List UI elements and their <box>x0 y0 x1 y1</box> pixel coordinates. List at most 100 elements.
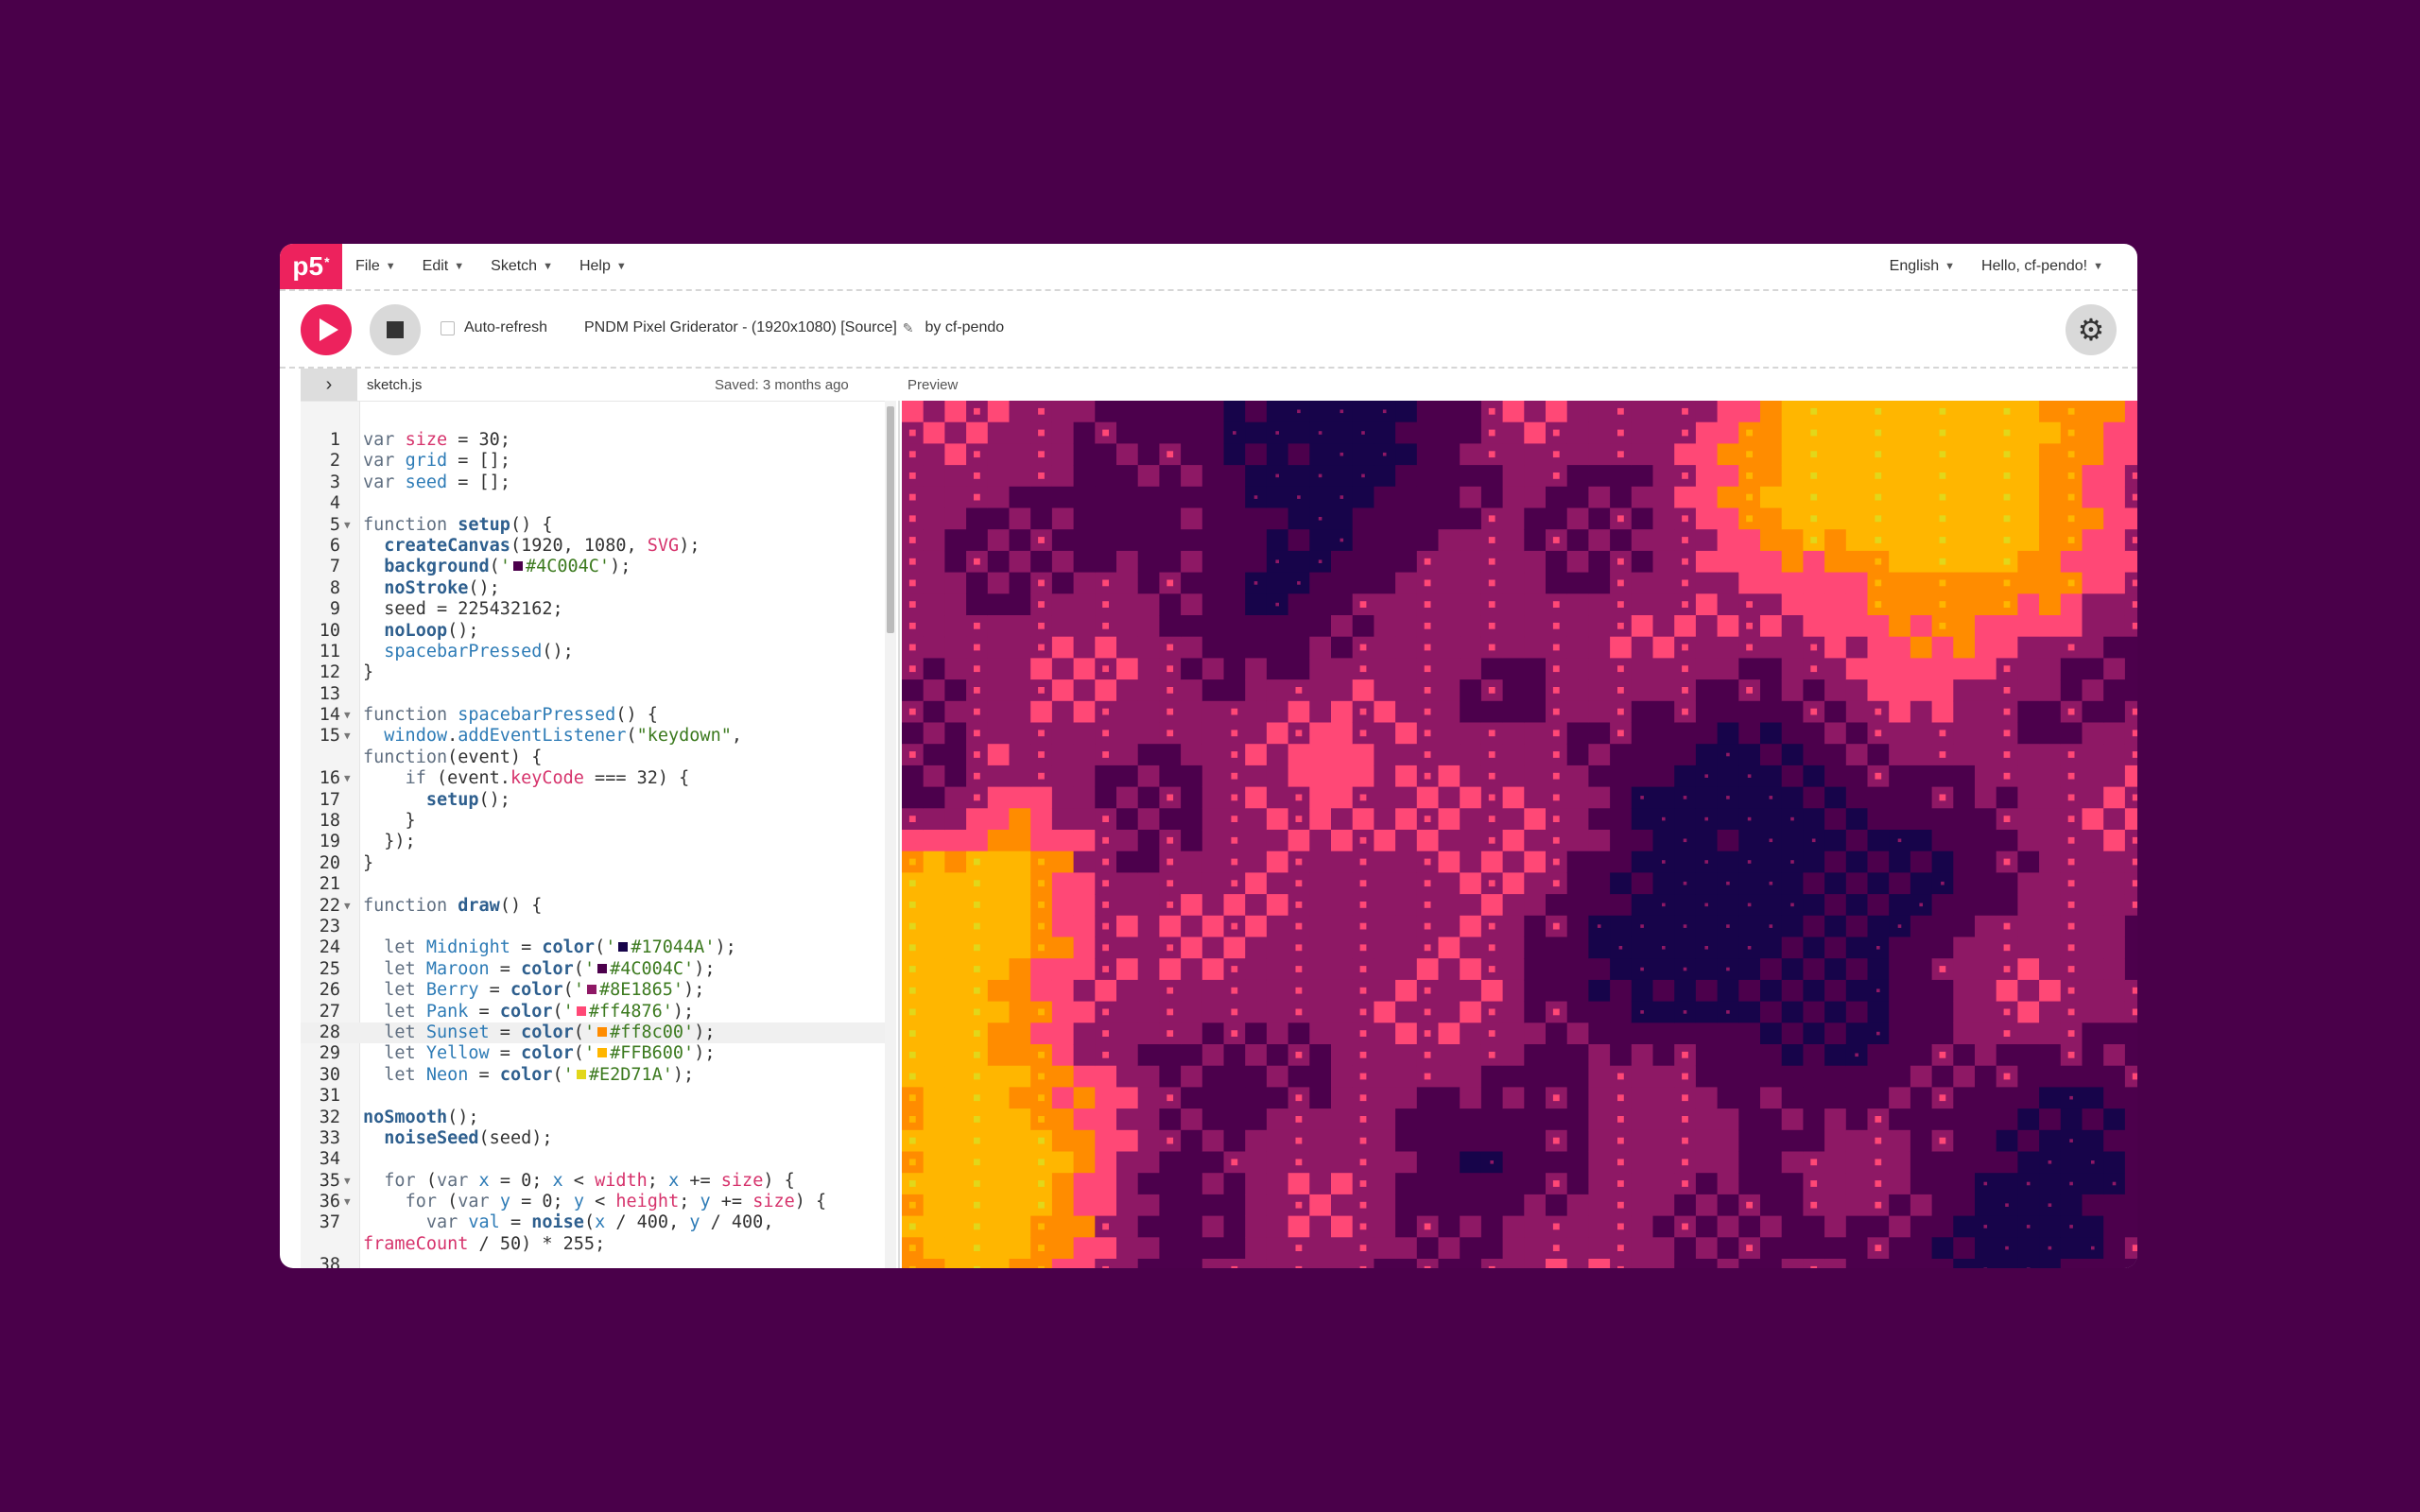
sketch-author[interactable]: by cf-pendo <box>925 319 1005 336</box>
pixel-cell <box>1975 1151 1997 1174</box>
code-line[interactable]: 28 let Sunset = color(' #ff8c00'); <box>301 1022 896 1044</box>
code-content[interactable]: 1 var size = 30; 2 var grid = []; 3 var seed … <box>301 430 896 1268</box>
code-line[interactable]: 31 <box>301 1086 896 1107</box>
code-line[interactable]: 26 let Berry = color(' #8E1865'); <box>301 980 896 1001</box>
sketch-preview[interactable] <box>902 401 2137 1268</box>
pixel-cell <box>1889 593 1911 616</box>
pixel-cell <box>1975 1022 1997 1045</box>
fold-toggle-icon[interactable]: ▼ <box>344 515 351 536</box>
code-line[interactable]: 10 noLoop(); <box>301 621 896 642</box>
pixel-cell <box>1631 443 1653 466</box>
pixel-dot <box>1295 944 1303 952</box>
code-line[interactable]: 3 var seed = []; <box>301 472 896 493</box>
pixel-dot <box>1359 665 1367 673</box>
code-line[interactable]: 5 ▼ function setup() { <box>301 515 896 536</box>
code-line[interactable]: 12} <box>301 662 896 683</box>
pixel-cell <box>1438 658 1461 680</box>
code-line[interactable]: 29 let Yellow = color(' #FFB600'); <box>301 1043 896 1064</box>
code-line[interactable]: 22 ▼ function draw() { <box>301 896 896 917</box>
color-swatch[interactable] <box>597 963 608 973</box>
code-line[interactable]: 36 ▼ for (var y = 0; y < height; y += siz… <box>301 1192 896 1212</box>
pixel-cell <box>987 1129 1010 1152</box>
scrollbar-thumb[interactable] <box>887 406 894 633</box>
color-swatch[interactable] <box>618 942 629 953</box>
code-line[interactable]: 9 seed = 225432162; <box>301 599 896 620</box>
p5-logo[interactable]: p5 * <box>280 244 342 289</box>
code-line[interactable]: 20} <box>301 853 896 874</box>
pane-divider[interactable] <box>898 401 900 1268</box>
code-editor[interactable]: 1 var size = 30; 2 var grid = []; 3 var seed … <box>301 401 896 1268</box>
pixel-cell <box>1438 894 1461 917</box>
code-line[interactable]: 37 var val = noise(x / 400, y / 400, <box>301 1212 896 1233</box>
color-swatch[interactable] <box>576 1005 586 1016</box>
code-line[interactable]: 32 noSmooth(); <box>301 1108 896 1128</box>
fold-toggle-icon[interactable]: ▼ <box>344 1171 351 1192</box>
color-swatch[interactable] <box>512 561 523 572</box>
code-line[interactable]: 27 let Pank = color(' #ff4876'); <box>301 1002 896 1022</box>
editor-scrollbar[interactable] <box>885 401 896 1268</box>
pixel-cell <box>1159 529 1182 552</box>
color-swatch[interactable] <box>576 1069 586 1079</box>
pixel-cell <box>1460 979 1482 1003</box>
color-swatch[interactable] <box>586 985 596 995</box>
code-line[interactable]: function(event) { <box>301 747 896 768</box>
sidebar-toggle-button[interactable]: › <box>301 369 357 401</box>
code-line[interactable]: 2 var grid = []; <box>301 451 896 472</box>
code-line[interactable]: 13 <box>301 684 896 705</box>
code-line[interactable]: 24 let Midnight = color(' #17044A'); <box>301 937 896 958</box>
color-swatch[interactable] <box>597 1026 608 1037</box>
pixel-cell <box>1566 1065 1589 1088</box>
auto-refresh-toggle[interactable]: Auto-refresh <box>441 319 547 336</box>
play-button[interactable] <box>301 304 352 355</box>
settings-button[interactable]: ⚙ <box>2066 304 2117 355</box>
fold-toggle-icon[interactable]: ▼ <box>344 896 351 917</box>
color-swatch[interactable] <box>597 1048 608 1058</box>
code-line[interactable]: 17 setup(); <box>301 790 896 811</box>
language-select[interactable]: English ▼ <box>1890 258 1955 275</box>
menu-sketch[interactable]: Sketch ▼ <box>491 258 553 275</box>
pixel-dot <box>2003 579 2011 587</box>
code-line[interactable]: 21 <box>301 874 896 895</box>
pixel-cell <box>1245 443 1268 466</box>
code-line[interactable]: 15 ▼ window.addEventListener("keydown", <box>301 726 896 747</box>
code-line[interactable]: 33 noiseSeed(seed); <box>301 1128 896 1149</box>
fold-toggle-icon[interactable]: ▼ <box>344 705 351 726</box>
pixel-cell <box>944 936 967 959</box>
code-line[interactable]: 38 <box>301 1255 896 1268</box>
user-dropdown[interactable]: Hello, cf-pendo! ▼ <box>1981 258 2103 275</box>
pixel-cell <box>1181 658 1203 680</box>
sketch-name[interactable]: PNDM Pixel Griderator - (1920x1080) [Sou… <box>584 319 897 336</box>
code-line[interactable]: 16 ▼ if (event.keyCode === 32) { <box>301 768 896 789</box>
auto-refresh-checkbox[interactable] <box>441 320 455 335</box>
fold-toggle-icon[interactable]: ▼ <box>344 1192 351 1212</box>
pencil-icon[interactable]: ✎ <box>903 320 914 336</box>
code-line[interactable]: 23 <box>301 917 896 937</box>
pixel-cell <box>1717 1044 1739 1067</box>
code-line[interactable]: 18 } <box>301 811 896 832</box>
code-line[interactable]: 34 <box>301 1149 896 1170</box>
menu-help[interactable]: Help ▼ <box>579 258 627 275</box>
pixel-cell <box>1309 765 1332 788</box>
fold-toggle-icon[interactable]: ▼ <box>344 726 351 747</box>
stop-button[interactable] <box>370 304 421 355</box>
pixel-cell <box>2039 507 2062 530</box>
code-line[interactable]: frameCount / 50) * 255; <box>301 1234 896 1255</box>
code-line[interactable]: 35 ▼ for (var x = 0; x < width; x += size… <box>301 1171 896 1192</box>
code-line[interactable]: 25 let Maroon = color(' #4C004C'); <box>301 959 896 980</box>
code-line[interactable]: 7 background(' #4C004C'); <box>301 557 896 577</box>
pixel-cell <box>1374 1259 1396 1268</box>
code-line[interactable]: 4 <box>301 493 896 514</box>
pixel-cell <box>1610 529 1633 552</box>
code-line[interactable]: 1 var size = 30; <box>301 430 896 451</box>
code-line[interactable]: 8 noStroke(); <box>301 578 896 599</box>
pixel-cell <box>1502 850 1525 873</box>
code-line[interactable]: 11 spacebarPressed(); <box>301 642 896 662</box>
code-line[interactable]: 6 createCanvas(1920, 1080, SVG); <box>301 536 896 557</box>
code-line[interactable]: 30 let Neon = color(' #E2D71A'); <box>301 1065 896 1086</box>
fold-toggle-icon[interactable]: ▼ <box>344 768 351 789</box>
code-line[interactable]: 19 }); <box>301 832 896 852</box>
menu-file[interactable]: File ▼ <box>355 258 396 275</box>
menu-edit[interactable]: Edit ▼ <box>423 258 464 275</box>
file-tab[interactable]: sketch.js <box>367 377 422 393</box>
code-line[interactable]: 14 ▼ function spacebarPressed() { <box>301 705 896 726</box>
